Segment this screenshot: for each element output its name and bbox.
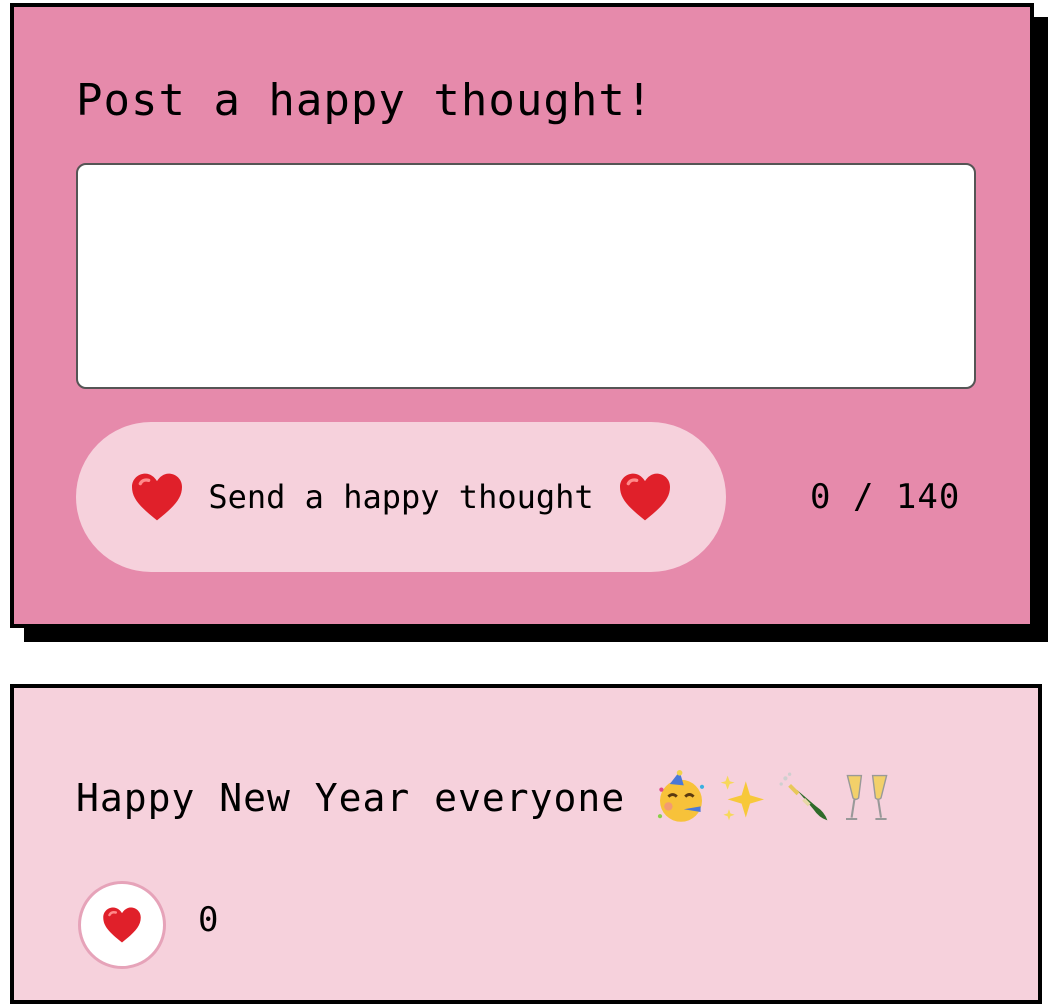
message-text-row: Happy New Year everyone (76, 770, 895, 826)
character-counter: 0 / 140 (810, 477, 961, 517)
thought-input[interactable] (76, 163, 976, 389)
heart-icon (102, 906, 142, 944)
like-count: 0 (198, 900, 219, 940)
message-emojis (653, 770, 895, 826)
like-button[interactable] (78, 881, 166, 969)
champagne-bottle-icon (777, 770, 833, 826)
message-card: Happy New Year everyone 0 (10, 684, 1042, 1004)
happy-thought-form: Post a happy thought! Send a happy thoug… (10, 3, 1034, 628)
heart-icon (130, 472, 184, 522)
message-text: Happy New Year everyone (76, 776, 626, 820)
clinking-glasses-icon (839, 770, 895, 826)
heart-icon (618, 472, 672, 522)
send-button-label: Send a happy thought (208, 478, 594, 516)
partying-face-icon (653, 770, 709, 826)
form-title: Post a happy thought! (76, 75, 654, 126)
sparkles-icon (715, 770, 771, 826)
send-button[interactable]: Send a happy thought (76, 422, 726, 572)
